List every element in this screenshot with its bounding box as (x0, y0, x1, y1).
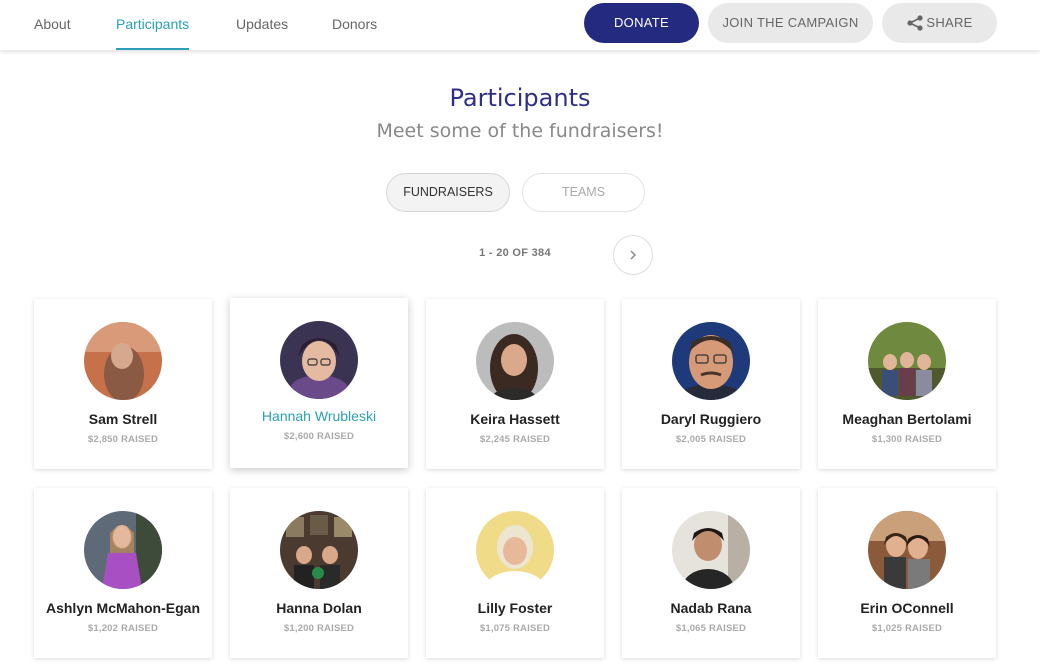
avatar (476, 322, 554, 400)
participant-card[interactable]: Hannah Wrubleski $2,600 RAISED (230, 298, 408, 468)
participant-card[interactable]: Daryl Ruggiero $2,005 RAISED (622, 299, 800, 469)
participant-name: Nadab Rana (670, 600, 752, 616)
amount-raised: $2,850 RAISED (87, 434, 159, 445)
page-subtitle: Meet some of the fundraisers! (376, 120, 664, 142)
tab-donors[interactable]: Donors (332, 0, 377, 50)
participant-card[interactable]: Ashlyn McMahon-Egan $1,202 RAISED (34, 488, 212, 658)
fundraisers-toggle[interactable]: FUNDRAISERS (386, 173, 510, 212)
amount-raised: $1,200 RAISED (283, 623, 355, 634)
participant-card[interactable]: Lilly Foster $1,075 RAISED (426, 488, 604, 658)
participant-name: Hanna Dolan (276, 600, 362, 616)
avatar (84, 511, 162, 589)
participant-card[interactable]: Meaghan Bertolami $1,300 RAISED (818, 299, 996, 469)
tab-participants[interactable]: Participants (116, 0, 190, 50)
avatar (280, 321, 358, 399)
chevron-right-icon (630, 250, 637, 260)
participant-card[interactable]: Hanna Dolan $1,200 RAISED (230, 488, 408, 658)
amount-raised: $1,075 RAISED (479, 623, 551, 634)
amount-raised: $1,065 RAISED (675, 623, 747, 634)
page-title: Participants (449, 84, 591, 112)
avatar (672, 322, 750, 400)
tab-about[interactable]: About (34, 0, 71, 50)
avatar (868, 322, 946, 400)
pagination-count: 1 - 20 OF 384 (479, 247, 551, 259)
avatar (672, 511, 750, 589)
participant-name: Ashlyn McMahon-Egan (45, 600, 200, 616)
amount-raised: $2,600 RAISED (283, 431, 355, 442)
participant-card[interactable]: Keira Hassett $2,245 RAISED (426, 299, 604, 469)
participant-name: Lilly Foster (477, 600, 553, 616)
participant-card[interactable]: Erin OConnell $1,025 RAISED (818, 488, 996, 658)
participant-card[interactable]: Nadab Rana $1,065 RAISED (622, 488, 800, 658)
avatar (868, 511, 946, 589)
share-icon (907, 14, 923, 31)
avatar (476, 511, 554, 589)
participant-name: Keira Hassett (470, 411, 560, 427)
teams-toggle[interactable]: TEAMS (522, 173, 645, 212)
amount-raised: $2,245 RAISED (479, 434, 551, 445)
participant-name[interactable]: Hannah Wrubleski (230, 408, 408, 424)
participant-name: Daryl Ruggiero (660, 411, 762, 427)
amount-raised: $1,202 RAISED (87, 623, 159, 634)
next-page-button[interactable] (613, 235, 653, 275)
participant-name: Sam Strell (88, 411, 158, 427)
amount-raised: $1,300 RAISED (871, 434, 943, 445)
share-button[interactable]: SHARE (882, 3, 997, 43)
participant-card[interactable]: Sam Strell $2,850 RAISED (34, 299, 212, 469)
participant-name: Erin OConnell (860, 600, 954, 616)
join-campaign-button[interactable]: JOIN THE CAMPAIGN (708, 3, 873, 43)
avatar (280, 511, 358, 589)
donate-button[interactable]: DONATE (584, 3, 699, 43)
tab-updates[interactable]: Updates (236, 0, 288, 50)
share-label: SHARE (926, 15, 973, 30)
amount-raised: $2,005 RAISED (675, 434, 747, 445)
amount-raised: $1,025 RAISED (871, 623, 943, 634)
participant-name: Meaghan Bertolami (842, 411, 972, 427)
top-nav-bar: About Participants Updates Donors DONATE… (0, 0, 1040, 50)
avatar (84, 322, 162, 400)
